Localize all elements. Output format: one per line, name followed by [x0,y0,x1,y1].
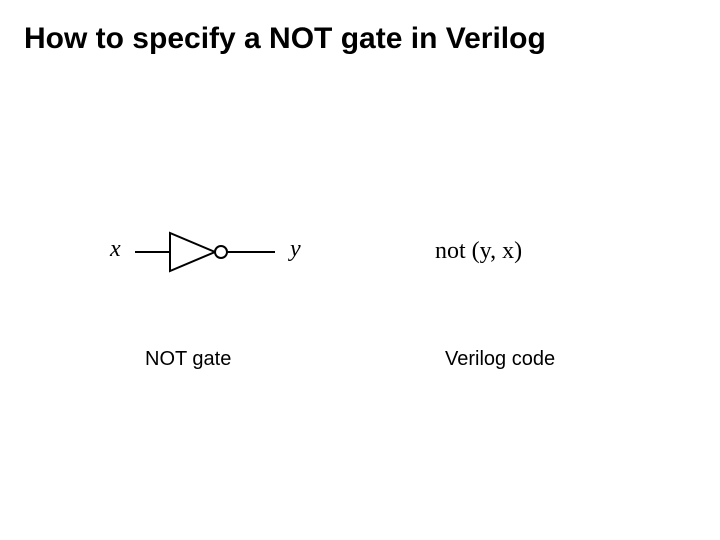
gate-output-label: y [290,236,301,263]
page-title: How to specify a NOT gate in Verilog [24,22,546,56]
not-gate-icon [135,225,285,280]
verilog-statement: not (y, x) [435,238,522,265]
code-caption: Verilog code [445,348,555,371]
gate-input-label: x [110,236,121,263]
gate-caption: NOT gate [145,348,231,371]
